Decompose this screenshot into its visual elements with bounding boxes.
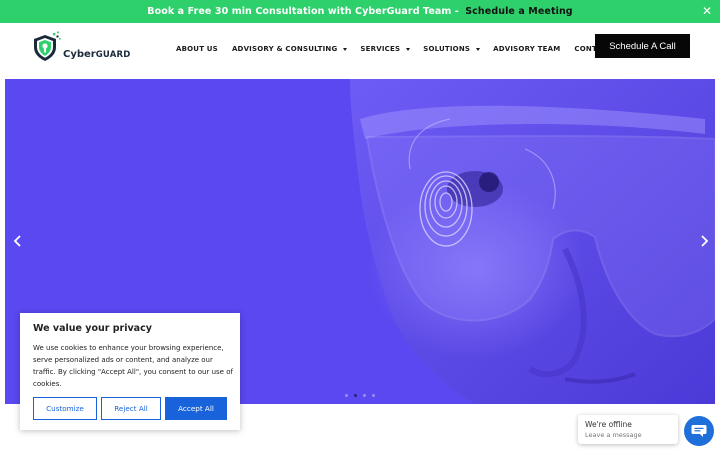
main-nav: ABOUT US ADVISORY & CONSULTING SERVICES … [176, 42, 612, 56]
close-icon[interactable]: ✕ [701, 5, 713, 17]
banner-text: Book a Free 30 min Consultation with Cyb… [147, 6, 573, 17]
nav-label: ADVISORY & CONSULTING [231, 45, 338, 53]
nav-label: ABOUT US [176, 45, 218, 53]
chat-status-label[interactable]: We're offline Leave a message [578, 415, 678, 444]
chevron-left-icon[interactable] [10, 233, 26, 249]
chat-launcher-button[interactable] [684, 416, 714, 446]
site-header: CyberGUARD ABOUT US ADVISORY & CONSULTIN… [0, 23, 720, 79]
caret-down-icon [406, 47, 411, 51]
nav-advisory-consulting[interactable]: ADVISORY & CONSULTING [231, 45, 348, 53]
slider-dot-active[interactable] [354, 394, 357, 397]
caret-down-icon [343, 47, 348, 51]
schedule-call-button[interactable]: Schedule A Call [595, 34, 690, 58]
schedule-meeting-link[interactable]: Schedule a Meeting [465, 6, 572, 17]
announcement-banner: Book a Free 30 min Consultation with Cyb… [0, 0, 720, 23]
nav-solutions[interactable]: SOLUTIONS [423, 45, 481, 53]
accept-all-button[interactable]: Accept All [165, 397, 227, 420]
cookie-body: We use cookies to enhance your browsing … [33, 344, 233, 388]
caret-down-icon [476, 47, 481, 51]
nav-advisory-team[interactable]: ADVISORY TEAM [493, 45, 560, 53]
slider-dot[interactable] [372, 394, 375, 397]
logo-text: CyberGUARD [63, 48, 131, 60]
chat-status: We're offline [585, 420, 632, 429]
slider-dot[interactable] [363, 394, 366, 397]
slider-dot[interactable] [345, 394, 348, 397]
cookie-consent-dialog: We value your privacy We use cookies to … [20, 313, 240, 430]
nav-label: ADVISORY TEAM [493, 45, 561, 53]
nav-services[interactable]: SERVICES [360, 45, 411, 53]
nav-label: SERVICES [360, 45, 401, 53]
chat-subtext: Leave a message [585, 431, 642, 439]
slider-dots [345, 394, 381, 397]
nav-label: SOLUTIONS [423, 45, 471, 53]
logo[interactable]: CyberGUARD [31, 31, 131, 63]
cookie-title: We value your privacy [33, 323, 152, 334]
chevron-right-icon[interactable] [696, 233, 712, 249]
chat-icon [691, 425, 707, 437]
shield-icon [34, 31, 61, 61]
reject-all-button[interactable]: Reject All [101, 397, 161, 420]
customize-button[interactable]: Customize [33, 397, 97, 420]
nav-about-us[interactable]: ABOUT US [176, 45, 218, 53]
